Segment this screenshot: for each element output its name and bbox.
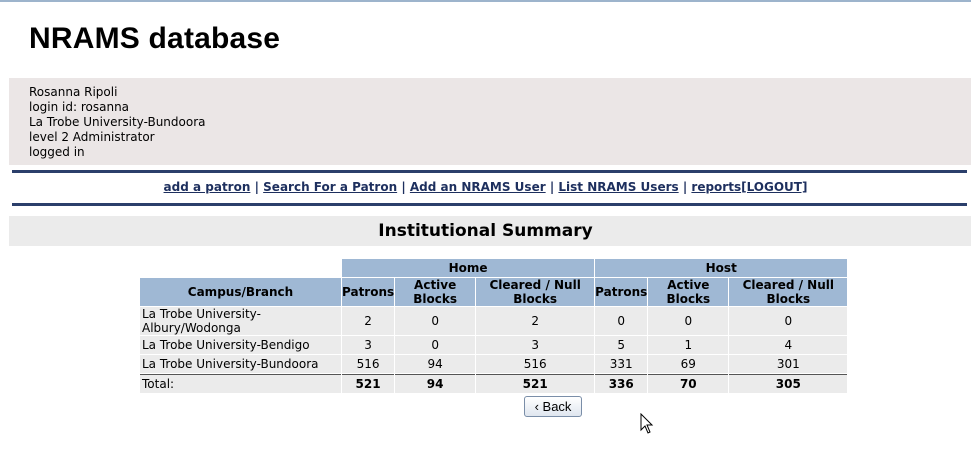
nav-search-patron-link[interactable]: Search For a Patron [263, 180, 397, 194]
main-nav: add a patron | Search For a Patron | Add… [0, 180, 971, 194]
user-login-id: login id: rosanna [29, 100, 130, 114]
column-header: Patrons [342, 278, 395, 306]
nav-add-user-link[interactable]: Add an NRAMS User [410, 180, 546, 194]
table-row: La Trobe University-Bendigo 3 0 3 5 1 4 [140, 336, 848, 354]
table-row: La Trobe University-Albury/Wodonga 2 0 2… [140, 307, 848, 335]
institutional-summary-table: Home Host Campus/Branch Patrons Active B… [139, 258, 848, 394]
table-cell: La Trobe University-Bendigo [140, 336, 341, 354]
user-name: Rosanna Ripoli [29, 85, 118, 99]
column-header: Active Blocks [648, 278, 729, 306]
mouse-pointer-icon [640, 413, 654, 434]
user-institution: La Trobe University-Bundoora [29, 115, 206, 129]
table-cell: 301 [729, 355, 848, 373]
table-cell: 3 [476, 336, 595, 354]
table-cell: La Trobe University-Albury/Wodonga [140, 307, 341, 335]
nav-list-users-link[interactable]: List NRAMS Users [558, 180, 678, 194]
section-title: Institutional Summary [378, 221, 593, 241]
group-header-host: Host [595, 259, 848, 277]
table-cell: 0 [648, 307, 729, 335]
nav-separator: | [401, 180, 406, 194]
column-header: Active Blocks [395, 278, 476, 306]
nav-bottom-divider [12, 203, 967, 206]
table-cell: 69 [648, 355, 729, 373]
nav-separator: | [682, 180, 688, 194]
column-header: Cleared / Null Blocks [476, 278, 595, 306]
user-status: logged in [29, 145, 85, 159]
nav-reports-link[interactable]: reports [691, 180, 741, 194]
table-cell: La Trobe University-Bundoora [140, 355, 341, 373]
table-cell: 4 [729, 336, 848, 354]
user-level: level 2 Administrator [29, 130, 155, 144]
nav-logout-link[interactable]: [LOGOUT] [741, 180, 807, 194]
table-cell: 5 [595, 336, 648, 354]
back-button-label: Back [542, 399, 572, 414]
nav-add-patron-link[interactable]: add a patron [164, 180, 251, 194]
user-info-panel: Rosanna Ripoli login id: rosanna La Trob… [9, 78, 971, 165]
nav-separator: | [549, 180, 555, 194]
total-cell: 521 [476, 374, 595, 393]
total-cell: 70 [648, 374, 729, 393]
total-cell: 305 [729, 374, 848, 393]
nav-separator: | [254, 180, 259, 194]
total-cell: 336 [595, 374, 648, 393]
table-cell: 0 [395, 336, 476, 354]
column-header: Cleared / Null Blocks [729, 278, 848, 306]
total-cell: 94 [395, 374, 476, 393]
total-row: Total: 521 94 521 336 70 305 [140, 374, 848, 393]
table-row: La Trobe University-Bundoora 516 94 516 … [140, 355, 848, 373]
table-cell: 516 [342, 355, 395, 373]
page-title: NRAMS database [29, 22, 281, 55]
table-cell: 2 [476, 307, 595, 335]
table-cell: 0 [729, 307, 848, 335]
column-header-row: Campus/Branch Patrons Active Blocks Clea… [140, 278, 848, 306]
back-button[interactable]: ‹ Back [524, 396, 582, 417]
group-header-home: Home [342, 259, 595, 277]
table-cell: 1 [648, 336, 729, 354]
total-cell: 521 [342, 374, 395, 393]
table-cell: 331 [595, 355, 648, 373]
nav-top-divider [12, 170, 967, 173]
table-cell: 94 [395, 355, 476, 373]
table-cell: 516 [476, 355, 595, 373]
table-cell: 0 [595, 307, 648, 335]
column-header: Patrons [595, 278, 648, 306]
group-header-row: Home Host [140, 259, 848, 277]
chevron-left-icon: ‹ [534, 399, 539, 414]
table-cell: 0 [395, 307, 476, 335]
table-cell: 2 [342, 307, 395, 335]
column-header: Campus/Branch [140, 278, 341, 306]
header-blank [140, 259, 341, 277]
total-label: Total: [140, 374, 341, 393]
table-cell: 3 [342, 336, 395, 354]
